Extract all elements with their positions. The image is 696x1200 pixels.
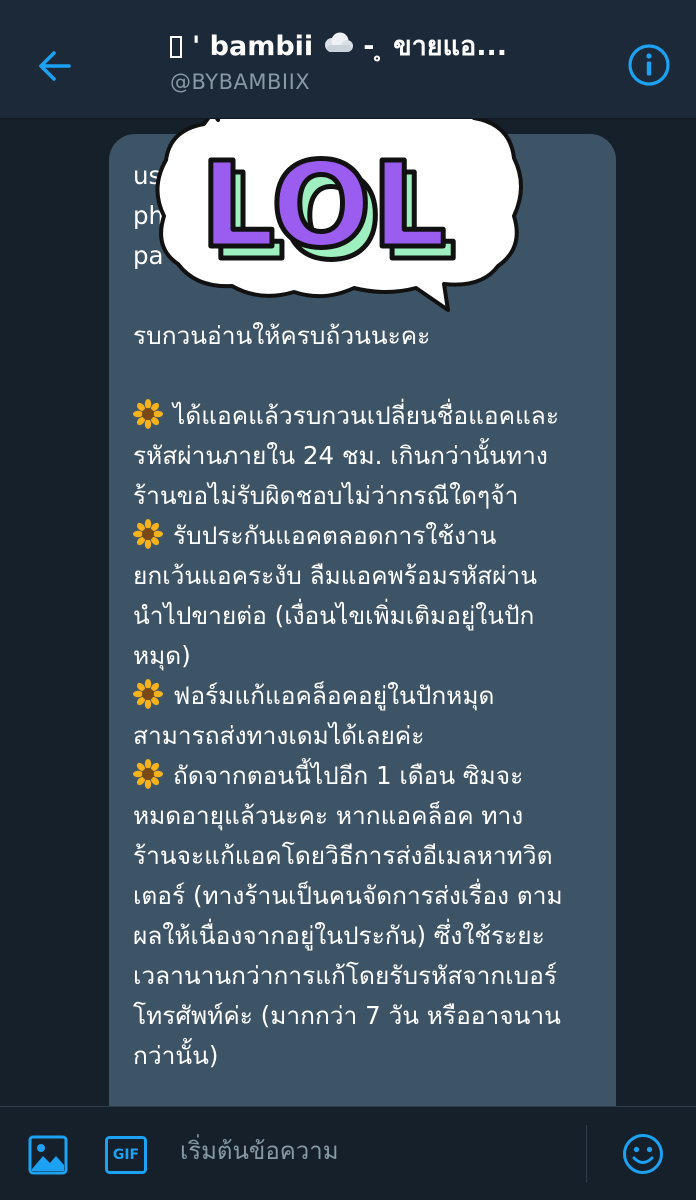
image-icon xyxy=(28,1135,68,1175)
cloud-emoji-icon xyxy=(321,30,355,64)
bullet-text: รับประกันแอคตลอดการใช้งาน xyxy=(173,521,497,550)
emoji-button[interactable] xyxy=(616,1127,670,1181)
message-line: สามารถส่งทางเดมได้เลยค่ะ xyxy=(133,721,425,750)
add-gif-button[interactable]: GIF xyxy=(100,1129,152,1181)
message-line xyxy=(133,356,603,396)
info-button[interactable] xyxy=(624,40,674,90)
bullet-text: ได้แอคแล้วรบกวนเปลี่ยนชื่อแอคและ xyxy=(173,401,559,430)
title-name: ' bambii xyxy=(192,31,314,62)
conversation-title-block[interactable]: ' bambii - ̥ ขายแอ... @BYBAMBIIX xyxy=(170,30,600,94)
sunflower-emoji-icon xyxy=(133,679,163,709)
conversation-handle: @BYBAMBIIX xyxy=(170,70,311,94)
conversation-header: ' bambii - ̥ ขายแอ... @BYBAMBIIX xyxy=(0,0,696,119)
bullet-line: ฟอร์มแก้แอคล็อคอยู่ในปักหมุด xyxy=(133,676,603,716)
message-line: ร้านจะแก้แอคโดยวิธีการส่งอีเมลหาทวิต xyxy=(133,841,553,870)
lol-sticker: LOL LOL xyxy=(155,100,523,312)
smiley-icon xyxy=(623,1134,663,1174)
message-line: นำไปขายต่อ (เงื่อนไขเพิ่มเติมอยู่ในปัก xyxy=(133,601,535,630)
bullet-text: ถัดจากตอนนี้ไปอีก 1 เดือน ซิมจะ xyxy=(173,761,524,790)
message-line: เวลานานกว่าการแก้โดยรับรหัสจากเบอร์ xyxy=(133,961,558,990)
info-icon xyxy=(628,44,670,86)
sunflower-emoji-icon xyxy=(133,399,163,429)
title-suffix: - ̥ ขายแอ... xyxy=(363,31,508,62)
message-line: ผลให้เนื่องจากอยู่ในประกัน) ซึ่งใช้ระยะ xyxy=(133,921,545,950)
message-line: ยกเว้นแอคระงับ ลืมแอคพร้อมรหัสผ่าน xyxy=(133,561,537,590)
bullet-text: ฟอร์มแก้แอคล็อคอยู่ในปักหมุด xyxy=(173,681,495,710)
message-composer: GIF xyxy=(0,1106,696,1200)
back-button[interactable] xyxy=(26,38,82,94)
dm-conversation-screen: ' bambii - ̥ ขายแอ... @BYBAMBIIX us ph p… xyxy=(0,0,696,1200)
message-line: ร้านขอไม่รับผิดชอบไม่ว่ากรณีใดๆจ้า xyxy=(133,481,519,510)
message-line: โทรศัพท์ค่ะ (มากกว่า 7 วัน หรืออาจนาน xyxy=(133,1001,561,1030)
conversation-title: ' bambii - ̥ ขายแอ... xyxy=(170,30,600,64)
message-line: รหัสผ่านภายใน 24 ชม. เกินกว่านั้นทาง xyxy=(133,441,548,470)
message-line: หมดอายุแล้วนะคะ หากแอคล็อค ทาง xyxy=(133,801,524,830)
message-line: เตอร์ (ทางร้านเป็นคนจัดการส่งเรื่อง ตาม xyxy=(133,881,563,910)
sunflower-emoji-icon xyxy=(133,759,163,789)
arrow-left-icon xyxy=(39,51,71,81)
sticker-text: LOL xyxy=(200,136,447,274)
missing-glyph-box xyxy=(170,36,182,58)
composer-divider xyxy=(586,1125,587,1183)
message-input[interactable] xyxy=(180,1129,560,1173)
gif-label: GIF xyxy=(112,1147,140,1163)
bullet-line: รับประกันแอคตลอดการใช้งาน xyxy=(133,516,603,556)
message-line: กว่านั้น) xyxy=(133,1041,219,1070)
add-image-button[interactable] xyxy=(22,1129,74,1181)
bullet-line: ถัดจากตอนนี้ไปอีก 1 เดือน ซิมจะ xyxy=(133,756,603,796)
message-line: หมุด) xyxy=(133,641,191,670)
bullet-line: ได้แอคแล้วรบกวนเปลี่ยนชื่อแอคและ xyxy=(133,396,603,436)
sunflower-emoji-icon xyxy=(133,519,163,549)
